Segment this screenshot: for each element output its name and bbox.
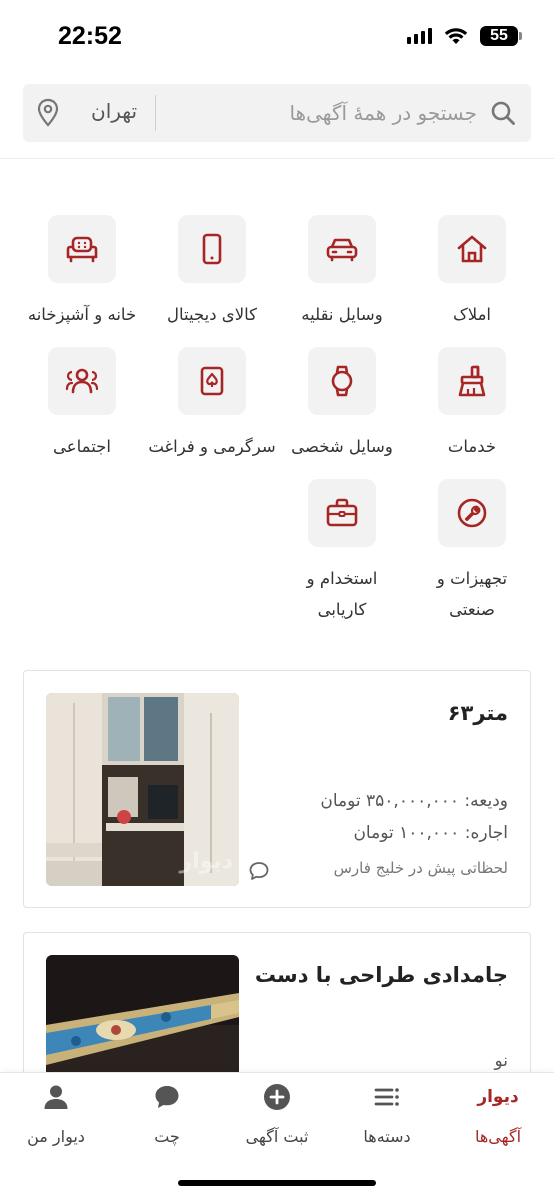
category-label: سرگرمی و فراغت [148,437,276,456]
chat-icon [155,1086,179,1108]
signal-icon [407,28,432,44]
wifi-icon [444,28,468,44]
nav-label: چت [154,1127,180,1146]
nav-item-my-divar[interactable]: دیوار من [6,1081,106,1146]
battery-icon: 55 [480,26,522,46]
category-label: خدمات [447,437,497,456]
category-services[interactable]: خدمات [407,347,537,462]
ad-title: جامدادی طراحی با دست [254,963,508,987]
nav-item-chat[interactable]: چت [117,1081,217,1146]
status-bar: 22:52 55 [0,0,554,72]
ad-deposit: ودیعه: ۳۵۰,۰۰۰,۰۰۰ تومان [320,791,508,811]
category-social[interactable]: اجتماعی [17,347,147,462]
ad-image[interactable]: دیوار [46,693,239,886]
brand-logo: دیوار [477,1087,519,1107]
nav-label: آگهی‌ها [474,1127,522,1146]
add-circle-icon [264,1084,290,1110]
category-tile [48,347,116,415]
category-tile [178,215,246,283]
category-tile [48,215,116,283]
category-tile [438,479,506,547]
car-icon [326,238,358,262]
status-time: 22:52 [58,22,122,50]
nav-label: دسته‌ها [363,1127,411,1146]
category-digital[interactable]: کالای دیجیتال [147,215,277,330]
nav-icon-wrap: دیوار [448,1081,548,1113]
search-icon [491,101,515,125]
nav-item-categories[interactable]: دسته‌ها [337,1081,437,1146]
search-bar[interactable]: تهران [23,84,531,142]
category-tile [308,347,376,415]
category-tile [308,215,376,283]
nav-icon-wrap [337,1081,437,1113]
chat-bubble-icon [249,862,269,880]
category-tile [308,479,376,547]
category-label: استخدام و کاریابی [306,569,378,619]
header-divider [0,158,554,159]
home-indicator [178,1180,376,1186]
category-real-estate[interactable]: املاک [407,215,537,330]
wrench-icon [457,498,487,528]
category-label: خانه و آشپزخانه [27,305,137,324]
category-label: کالای دیجیتال [166,305,258,324]
nav-label: دیوار من [27,1127,85,1146]
ad-title: متر۶۳ [447,701,508,725]
ad-rent: اجاره: ۱۰۰,۰۰۰ تومان [353,823,508,843]
category-vehicles[interactable]: وسایل نقلیه [277,215,407,330]
category-label: وسایل نقلیه [301,305,383,324]
nav-item-post-ad[interactable]: ثبت آگهی [227,1081,327,1146]
nav-item-ads[interactable]: دیوار آگهی‌ها [448,1081,548,1146]
search-input[interactable] [167,84,477,142]
category-label: املاک [452,305,492,324]
nav-label: ثبت آگهی [245,1127,309,1146]
search-divider [155,95,156,131]
city-selector[interactable]: تهران [91,99,137,123]
ad-condition: نو [494,1051,508,1071]
category-tile [178,347,246,415]
category-home-kitchen[interactable]: خانه و آشپزخانه [17,215,147,330]
list-icon [374,1088,399,1106]
category-label: تجهیزات و صنعتی [436,569,508,619]
image-watermark: دیوار [179,849,233,874]
cards-icon [200,366,224,396]
brush-icon [458,365,486,397]
category-tile [438,347,506,415]
armchair-icon [66,236,98,263]
category-label: وسایل شخصی [291,437,393,456]
category-tile [438,215,506,283]
category-label: اجتماعی [53,437,111,456]
category-personal[interactable]: وسایل شخصی [277,347,407,462]
watch-icon [331,365,353,397]
status-icons: 55 [407,26,522,46]
home-icon [457,235,487,263]
category-entertainment[interactable]: سرگرمی و فراغت [147,347,277,462]
nav-icon-wrap [117,1081,217,1113]
nav-icon-wrap [227,1081,327,1113]
category-industrial[interactable]: تجهیزات و صنعتی [407,479,537,625]
location-pin-icon[interactable] [36,98,60,128]
category-jobs[interactable]: استخدام و کاریابی [277,479,407,625]
ad-location: لحظاتی پیش در خلیج فارس [333,859,508,877]
user-icon [44,1085,68,1109]
briefcase-icon [326,498,358,527]
people-icon [65,368,99,394]
ad-card[interactable]: متر۶۳ ودیعه: ۳۵۰,۰۰۰,۰۰۰ تومان اجاره: ۱۰… [23,670,531,908]
mobile-icon [202,233,222,265]
nav-icon-wrap [6,1081,106,1113]
